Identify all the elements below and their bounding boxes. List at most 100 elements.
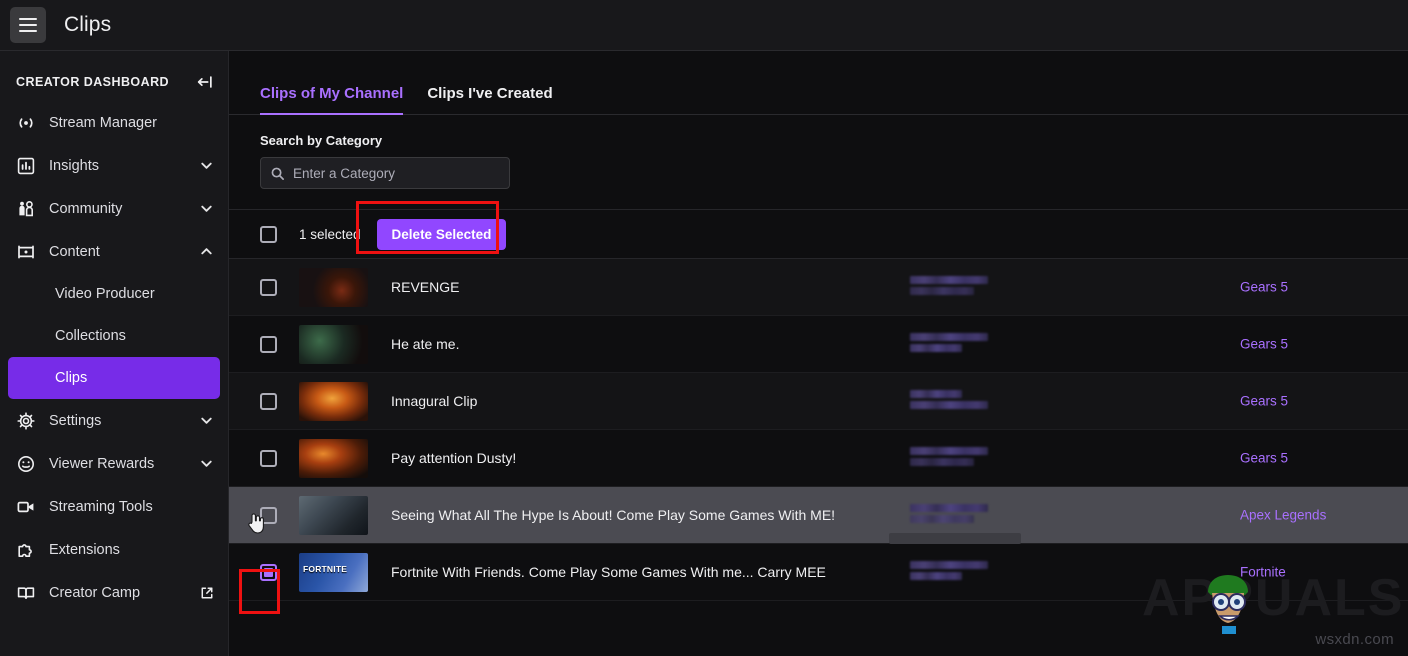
main-content: Clips of My Channel Clips I've Created S… <box>229 51 1408 656</box>
search-label: Search by Category <box>260 133 1408 148</box>
sidebar-item-label: Community <box>49 201 199 217</box>
clip-title[interactable]: Pay attention Dusty! <box>391 450 516 466</box>
sidebar-heading: CREATOR DASHBOARD <box>16 75 169 89</box>
sidebar-item-video-producer[interactable]: Video Producer <box>8 273 220 315</box>
sidebar-sub-label: Clips <box>55 370 87 386</box>
gear-icon <box>16 411 36 431</box>
category-search-box[interactable] <box>260 157 510 189</box>
sidebar-item-extensions[interactable]: Extensions <box>0 528 228 571</box>
table-row[interactable]: FORTNITE Fortnite With Friends. Come Pla… <box>229 544 1408 601</box>
table-row[interactable]: Innagural Clip Gears 5 <box>229 373 1408 430</box>
sidebar-item-insights[interactable]: Insights <box>0 144 228 187</box>
chevron-down-icon[interactable] <box>199 158 214 173</box>
video-camera-icon <box>16 497 36 517</box>
thumbnail-caption: FORTNITE <box>303 564 347 574</box>
search-input[interactable] <box>293 166 500 181</box>
tab-clips-of-my-channel[interactable]: Clips of My Channel <box>260 85 403 114</box>
selected-count-label: 1 selected <box>299 227 361 242</box>
top-bar: Clips <box>0 0 1408 51</box>
sidebar-sub-label: Video Producer <box>55 286 155 302</box>
selection-toolbar: 1 selected Delete Selected <box>229 209 1408 259</box>
sidebar-item-stream-manager[interactable]: Stream Manager <box>0 101 228 144</box>
watermark-subtext: wsxdn.com <box>1315 631 1394 648</box>
clip-title[interactable]: He ate me. <box>391 336 459 352</box>
clip-thumbnail[interactable] <box>299 382 368 421</box>
clip-game-link[interactable]: Gears 5 <box>1240 451 1288 466</box>
hamburger-icon[interactable] <box>10 7 46 43</box>
sidebar-item-label: Creator Camp <box>49 585 200 601</box>
sidebar-item-clips[interactable]: Clips <box>8 357 220 399</box>
clip-game-link[interactable]: Apex Legends <box>1240 508 1326 523</box>
clip-thumbnail[interactable] <box>299 496 368 535</box>
clip-thumbnail[interactable] <box>299 268 368 307</box>
clip-title[interactable]: Fortnite With Friends. Come Play Some Ga… <box>391 564 826 580</box>
clip-game-link[interactable]: Gears 5 <box>1240 394 1288 409</box>
page-title: Clips <box>64 13 111 37</box>
sidebar-item-creator-camp[interactable]: Creator Camp <box>0 571 228 614</box>
redacted-info <box>910 447 988 469</box>
sidebar-item-settings[interactable]: Settings <box>0 399 228 442</box>
smiley-icon <box>16 454 36 474</box>
people-icon <box>16 199 36 219</box>
sidebar-item-label: Extensions <box>49 542 214 558</box>
chevron-down-icon[interactable] <box>199 413 214 428</box>
bar-chart-icon <box>16 156 36 176</box>
clip-game-link[interactable]: Gears 5 <box>1240 280 1288 295</box>
content-frame-icon <box>16 242 36 262</box>
sidebar-item-label: Stream Manager <box>49 115 214 131</box>
sidebar-item-community[interactable]: Community <box>0 187 228 230</box>
sidebar-header: CREATOR DASHBOARD <box>0 65 228 101</box>
redacted-info <box>910 333 988 355</box>
sidebar-item-label: Settings <box>49 413 199 429</box>
select-all-checkbox[interactable] <box>260 226 277 243</box>
table-row[interactable]: REVENGE Gears 5 <box>229 259 1408 316</box>
clip-thumbnail[interactable] <box>299 325 368 364</box>
table-row[interactable]: Seeing What All The Hype Is About! Come … <box>229 487 1408 544</box>
clip-checkbox[interactable] <box>260 393 277 410</box>
sidebar-item-collections[interactable]: Collections <box>8 315 220 357</box>
clip-title[interactable]: Seeing What All The Hype Is About! Come … <box>391 507 835 523</box>
sidebar-item-content[interactable]: Content <box>0 230 228 273</box>
sidebar-sub-label: Collections <box>55 328 126 344</box>
table-row[interactable]: He ate me. Gears 5 <box>229 316 1408 373</box>
clips-list: REVENGE Gears 5 He ate me. Gears 5 Innag… <box>229 259 1408 601</box>
clip-checkbox[interactable] <box>260 564 277 581</box>
clip-title[interactable]: REVENGE <box>391 279 459 295</box>
search-icon <box>270 166 285 181</box>
clip-title[interactable]: Innagural Clip <box>391 393 477 409</box>
clip-thumbnail[interactable] <box>299 439 368 478</box>
clips-tabs: Clips of My Channel Clips I've Created <box>229 51 1408 115</box>
sidebar-item-label: Viewer Rewards <box>49 456 199 472</box>
sidebar-item-streaming-tools[interactable]: Streaming Tools <box>0 485 228 528</box>
redacted-info <box>910 276 988 298</box>
chevron-up-icon[interactable] <box>199 244 214 259</box>
clip-game-link[interactable]: Fortnite <box>1240 565 1286 580</box>
chevron-down-icon[interactable] <box>199 201 214 216</box>
sidebar-item-label: Insights <box>49 158 199 174</box>
clip-game-link[interactable]: Gears 5 <box>1240 337 1288 352</box>
pointing-hand-cursor <box>245 510 267 536</box>
redacted-info <box>910 561 988 583</box>
row-hover-bar <box>889 533 1021 544</box>
redacted-info <box>910 504 988 526</box>
sidebar-item-label: Content <box>49 244 199 260</box>
clip-checkbox[interactable] <box>260 450 277 467</box>
sidebar-item-viewer-rewards[interactable]: Viewer Rewards <box>0 442 228 485</box>
collapse-sidebar-icon[interactable] <box>196 73 214 91</box>
tab-clips-ive-created[interactable]: Clips I've Created <box>427 85 552 114</box>
clip-checkbox[interactable] <box>260 336 277 353</box>
clip-checkbox[interactable] <box>260 279 277 296</box>
sidebar: CREATOR DASHBOARD Stream Manager Insight… <box>0 51 229 656</box>
chevron-down-icon[interactable] <box>199 456 214 471</box>
sidebar-item-label: Streaming Tools <box>49 499 214 515</box>
puzzle-piece-icon <box>16 540 36 560</box>
delete-selected-button[interactable]: Delete Selected <box>377 219 507 250</box>
book-icon <box>16 583 36 603</box>
external-link-icon[interactable] <box>200 586 214 600</box>
table-row[interactable]: Pay attention Dusty! Gears 5 <box>229 430 1408 487</box>
clip-thumbnail[interactable]: FORTNITE <box>299 553 368 592</box>
creator-dashboard-app: Clips CREATOR DASHBOARD Stream Manager I… <box>0 0 1408 656</box>
search-by-category-block: Search by Category <box>229 115 1408 189</box>
redacted-info <box>910 390 988 412</box>
broadcast-icon <box>16 113 36 133</box>
